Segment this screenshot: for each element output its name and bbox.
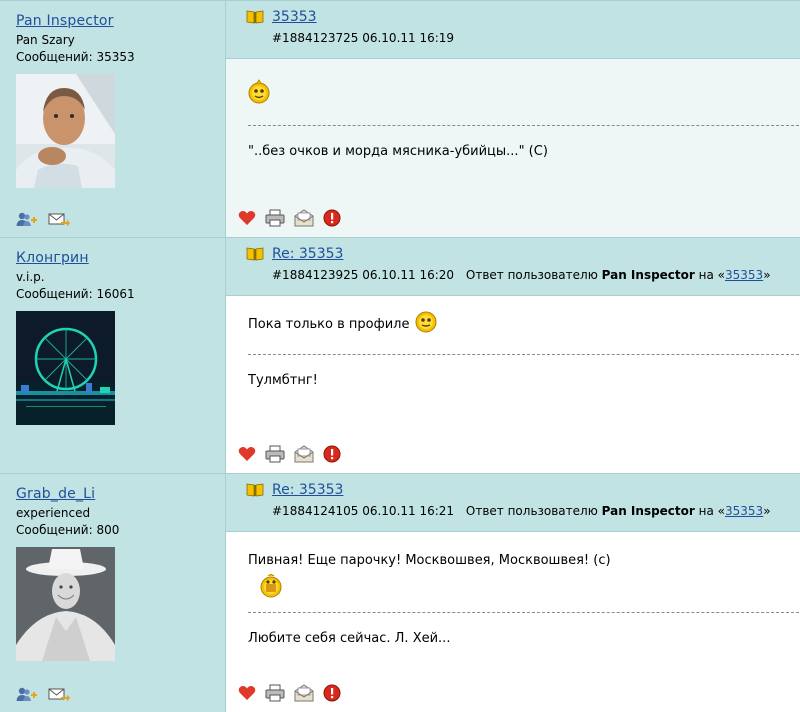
post-id-date: #1884123725 06.10.11 16:19 (272, 31, 455, 45)
author-post-count: Сообщений: 16061 (16, 287, 135, 301)
add-friend-icon[interactable] (16, 211, 38, 227)
signature-divider (248, 354, 800, 355)
report-icon[interactable] (323, 445, 341, 463)
print-icon[interactable] (265, 684, 285, 702)
send-message-icon[interactable] (48, 211, 70, 227)
reply-user: Pan Inspector (601, 504, 695, 518)
author-rank: Pan Szary (16, 33, 75, 47)
reply-prefix: Ответ пользователю (465, 504, 598, 518)
report-icon[interactable] (323, 209, 341, 227)
mail-icon[interactable] (294, 684, 314, 702)
post-meta: #1884124105 06.10.11 16:21 Ответ пользов… (246, 504, 800, 518)
post-header: Re: 35353 #1884124105 06.10.11 16:21 Отв… (226, 474, 800, 532)
mail-icon[interactable] (294, 445, 314, 463)
author-panel: Клонгрин v.i.p. Сообщений: 16061 (0, 238, 226, 473)
signature: "..без очков и морда мясника-убийцы..." … (248, 144, 548, 159)
book-icon (246, 247, 264, 261)
reply-prefix: Ответ пользователю (465, 268, 598, 282)
reply-middle: на « (698, 268, 726, 282)
reply-user: Pan Inspector (601, 268, 695, 282)
post: Pan Inspector Pan Szary Сообщений: 35353 (0, 1, 800, 238)
author-panel: Grab_de_Li experienced Сообщений: 800 (0, 474, 226, 712)
smiley-icon (260, 574, 282, 598)
post-meta: #1884123725 06.10.11 16:19 (246, 31, 800, 45)
author-rank: experienced (16, 506, 91, 520)
signature: Любите себя сейчас. Л. Хей... (248, 631, 451, 646)
reply-info: Ответ пользователю Pan Inspector на «353… (466, 504, 771, 518)
post-message: Пока только в профиле (248, 311, 800, 334)
post: Клонгрин v.i.p. Сообщений: 16061 Re: 353… (0, 238, 800, 474)
reply-topic-link[interactable]: 35353 (725, 504, 763, 518)
print-icon[interactable] (265, 209, 285, 227)
send-message-icon[interactable] (48, 686, 70, 702)
post-message: Пивная! Еще парочку! Москвошвея, Москвош… (248, 553, 611, 568)
heart-icon[interactable] (238, 446, 256, 462)
post-body: Пивная! Еще парочку! Москвошвея, Москвош… (226, 532, 800, 712)
reply-end: » (763, 268, 771, 282)
post-body: Пока только в профиле Тулмбтнг! (226, 296, 800, 473)
forum-thread: Pan Inspector Pan Szary Сообщений: 35353 (0, 0, 800, 712)
reply-info: Ответ пользователю Pan Inspector на «353… (466, 268, 771, 282)
post-title-link[interactable]: Re: 35353 (272, 482, 343, 498)
report-icon[interactable] (323, 684, 341, 702)
heart-icon[interactable] (238, 210, 256, 226)
post-title-link[interactable]: 35353 (272, 9, 317, 25)
reply-end: » (763, 504, 771, 518)
author-panel: Pan Inspector Pan Szary Сообщений: 35353 (0, 1, 226, 237)
avatar[interactable] (16, 311, 115, 425)
smiley-icon (248, 79, 270, 104)
reply-middle: на « (698, 504, 726, 518)
author-name-link[interactable]: Pan Inspector (16, 13, 225, 29)
post-body: "..без очков и морда мясника-убийцы..." … (226, 59, 800, 237)
post-title-link[interactable]: Re: 35353 (272, 246, 343, 262)
author-name-link[interactable]: Grab_de_Li (16, 486, 225, 502)
signature: Тулмбтнг! (248, 373, 318, 388)
avatar[interactable] (16, 74, 115, 188)
post-header: 35353 #1884123725 06.10.11 16:19 (226, 1, 800, 59)
smiley-icon (415, 311, 437, 333)
book-icon (246, 10, 264, 24)
print-icon[interactable] (265, 445, 285, 463)
post-id-date: #1884123925 06.10.11 16:20 (272, 268, 455, 282)
post-header: Re: 35353 #1884123925 06.10.11 16:20 Отв… (226, 238, 800, 296)
post-id-date: #1884124105 06.10.11 16:21 (272, 504, 455, 518)
author-post-count: Сообщений: 35353 (16, 50, 135, 64)
post: Grab_de_Li experienced Сообщений: 800 Re… (0, 474, 800, 712)
mail-icon[interactable] (294, 209, 314, 227)
post-meta: #1884123925 06.10.11 16:20 Ответ пользов… (246, 268, 800, 282)
author-name-link[interactable]: Клонгрин (16, 250, 225, 266)
reply-topic-link[interactable]: 35353 (725, 268, 763, 282)
signature-divider (248, 125, 800, 126)
book-icon (246, 483, 264, 497)
signature-divider (248, 612, 800, 613)
avatar[interactable] (16, 547, 115, 661)
message-text: Пока только в профиле (248, 317, 410, 332)
author-post-count: Сообщений: 800 (16, 523, 120, 537)
add-friend-icon[interactable] (16, 686, 38, 702)
author-rank: v.i.p. (16, 270, 45, 284)
heart-icon[interactable] (238, 685, 256, 701)
